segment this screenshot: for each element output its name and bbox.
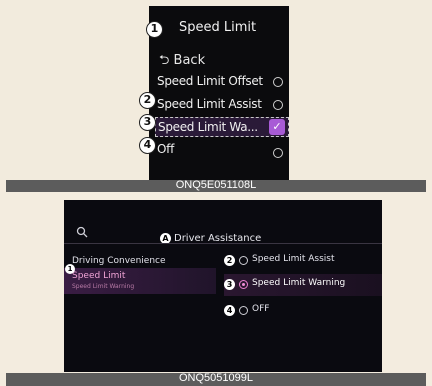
menu-item-speed-limit-assist[interactable]: Speed Limit Assist: [155, 95, 289, 115]
callout-3: 3: [139, 114, 156, 131]
radio-selected-icon: [239, 280, 248, 289]
radio-icon: [239, 306, 248, 315]
marker-3: 3: [224, 279, 235, 290]
check-icon: ✓: [269, 119, 285, 135]
marker-2: 2: [224, 255, 235, 266]
option-label: Speed Limit Assist: [252, 254, 335, 264]
radio-icon: [273, 148, 283, 158]
sidebar-item-subtext: Speed Limit Warning: [72, 283, 135, 290]
menu-item-off[interactable]: Off: [155, 140, 289, 160]
menu-item-speed-limit-offset[interactable]: Speed Limit Offset: [155, 72, 289, 92]
infotainment-screen: A Driver Assistance Driving Convenience S…: [64, 200, 382, 372]
search-icon[interactable]: [76, 226, 88, 241]
radio-icon: [239, 256, 248, 265]
back-button[interactable]: ⮌ Back: [159, 51, 205, 73]
option-label: OFF: [252, 304, 270, 314]
menu-item-label: Speed Limit Wa...: [158, 120, 258, 134]
figure-code: ONQ5051099L: [179, 372, 253, 384]
sidebar-item-speed-limit[interactable]: Speed Limit Speed Limit Warning: [64, 268, 216, 294]
menu-item-speed-limit-warning[interactable]: Speed Limit Wa... ✓: [155, 117, 289, 137]
option-speed-limit-warning[interactable]: 3 Speed Limit Warning: [224, 274, 382, 296]
cluster-figure: Speed Limit ⮌ Back Speed Limit Offset Sp…: [0, 0, 432, 180]
menu-item-label: Speed Limit Offset: [157, 74, 263, 88]
option-label: Speed Limit Warning: [252, 278, 346, 288]
screen-title: A Driver Assistance: [160, 228, 261, 244]
option-off[interactable]: 4 OFF: [224, 300, 382, 322]
category-label[interactable]: Driving Convenience: [72, 256, 166, 266]
callout-2: 2: [139, 92, 156, 109]
figure-code: ONQ5E051108L: [175, 179, 257, 191]
sidebar-item-label: Speed Limit: [72, 271, 126, 281]
screen-header: A Driver Assistance: [64, 200, 382, 244]
option-speed-limit-assist[interactable]: 2 Speed Limit Assist: [224, 250, 382, 272]
callout-1: 1: [146, 21, 163, 38]
marker-1: 1: [65, 264, 75, 274]
radio-icon: [273, 100, 283, 110]
menu-title: Speed Limit: [179, 20, 257, 35]
divider: [64, 243, 382, 244]
menu-item-label: Off: [157, 142, 174, 156]
radio-icon: [273, 77, 283, 87]
cluster-display: Speed Limit ⮌ Back Speed Limit Offset Sp…: [149, 6, 289, 180]
caption-bar-bottom: ONQ5051099L: [6, 372, 426, 386]
marker-4: 4: [224, 305, 235, 316]
callout-4: 4: [139, 137, 156, 154]
menu-item-label: Speed Limit Assist: [157, 97, 262, 111]
